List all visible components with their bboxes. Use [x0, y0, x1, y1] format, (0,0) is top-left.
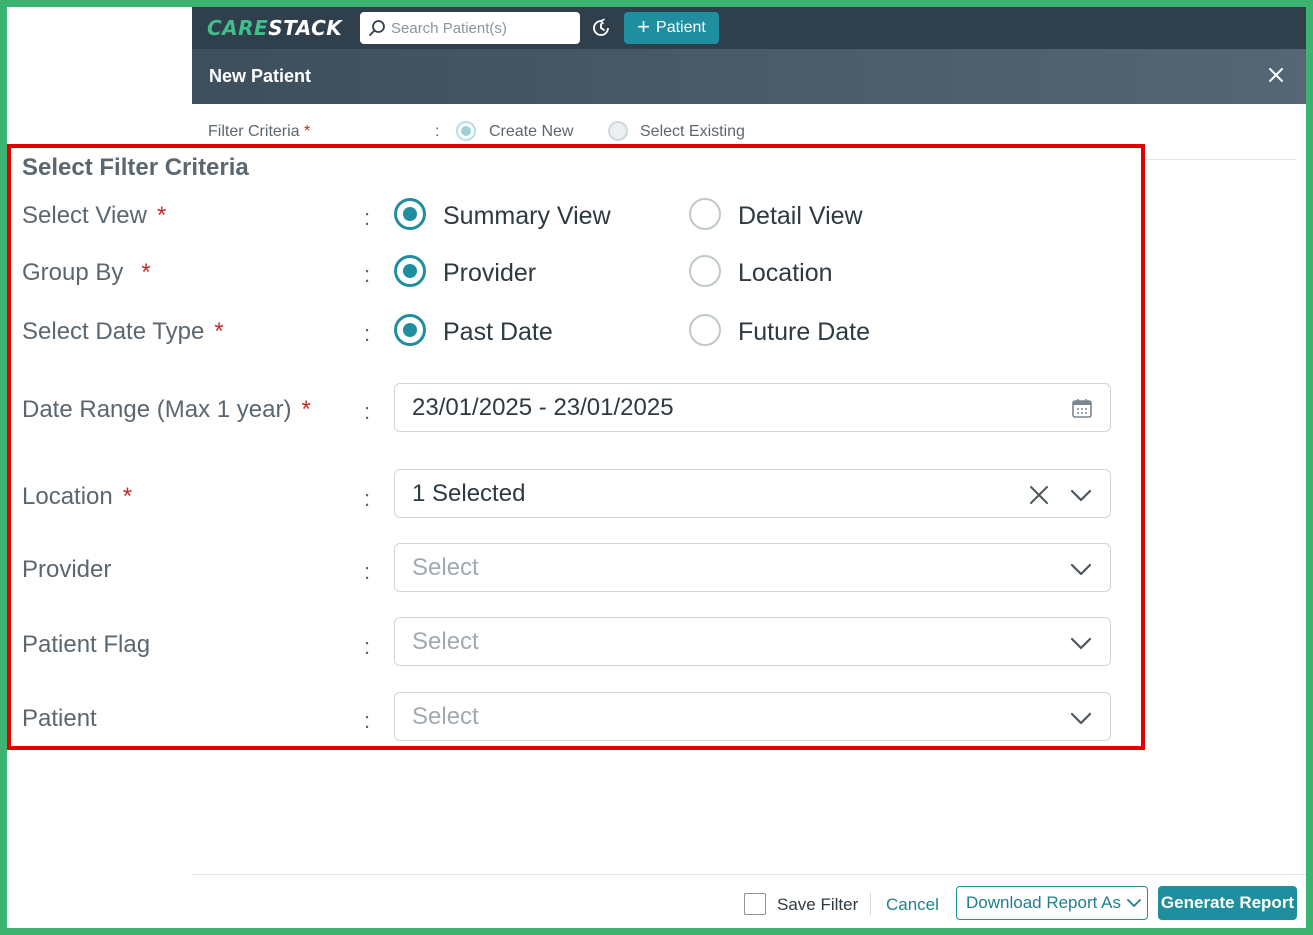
- save-filter-checkbox[interactable]: [744, 893, 766, 915]
- logo-text-stack: STACK: [268, 16, 343, 40]
- recent-patients-icon[interactable]: [591, 18, 611, 38]
- date-range-picker[interactable]: 23/01/2025 - 23/01/2025: [394, 383, 1111, 432]
- calendar-icon[interactable]: [1070, 396, 1094, 420]
- radio-past-date[interactable]: [394, 314, 426, 346]
- carestack-logo[interactable]: CARESTACK: [207, 16, 342, 40]
- search-icon: [369, 20, 385, 36]
- select-existing-label[interactable]: Select Existing: [640, 123, 745, 141]
- chevron-down-icon[interactable]: [1070, 484, 1092, 506]
- top-navbar: CARESTACK + Patient: [192, 7, 1306, 49]
- radio-future-date[interactable]: [689, 314, 721, 346]
- save-filter-label[interactable]: Save Filter: [777, 895, 858, 915]
- select-view-text: Select View: [22, 202, 147, 229]
- group-location-label[interactable]: Location: [738, 259, 833, 288]
- colon: :: [364, 399, 371, 424]
- filter-criteria-text: Filter Criteria: [208, 123, 300, 140]
- group-provider-label[interactable]: Provider: [443, 259, 536, 288]
- date-range-text: Date Range (Max 1 year): [22, 396, 292, 423]
- summary-view-label[interactable]: Summary View: [443, 202, 611, 231]
- radio-select-existing[interactable]: [608, 121, 628, 141]
- colon: :: [364, 708, 371, 733]
- date-range-value: 23/01/2025 - 23/01/2025: [412, 394, 674, 421]
- logo-text-care: CARE: [207, 16, 269, 40]
- patient-flag-select[interactable]: Select: [394, 617, 1111, 666]
- create-new-label[interactable]: Create New: [489, 123, 573, 141]
- patient-placeholder: Select: [412, 703, 479, 730]
- patient-flag-label: Patient Flag: [22, 631, 151, 658]
- filter-criteria-label: Filter Criteria *: [208, 123, 310, 141]
- close-icon[interactable]: [1266, 65, 1286, 85]
- group-by-label: Group By *: [22, 259, 151, 287]
- date-range-label: Date Range (Max 1 year) *: [22, 396, 311, 424]
- location-select[interactable]: 1 Selected: [394, 469, 1111, 518]
- search-input[interactable]: [391, 19, 571, 37]
- radio-detail-view[interactable]: [689, 198, 721, 230]
- required-asterisk: *: [156, 202, 167, 229]
- plus-icon: +: [637, 14, 651, 39]
- patient-flag-placeholder: Select: [412, 628, 479, 655]
- date-type-label: Select Date Type *: [22, 318, 224, 346]
- date-type-text: Select Date Type: [22, 318, 205, 345]
- chevron-down-icon[interactable]: [1070, 558, 1092, 580]
- modal-header: New Patient: [192, 49, 1306, 104]
- location-value: 1 Selected: [412, 480, 526, 507]
- future-date-label[interactable]: Future Date: [738, 318, 870, 347]
- provider-placeholder: Select: [412, 554, 479, 581]
- download-report-label: Download Report As: [966, 893, 1121, 912]
- required-asterisk: *: [141, 259, 151, 286]
- provider-select[interactable]: Select: [394, 543, 1111, 592]
- select-view-label: Select View *: [22, 202, 166, 230]
- modal-title: New Patient: [209, 66, 312, 86]
- colon: :: [364, 205, 371, 230]
- filter-criteria-panel: Select Filter Criteria Select View * : Su…: [7, 144, 1145, 750]
- chevron-down-icon[interactable]: [1070, 632, 1092, 654]
- radio-create-new[interactable]: [456, 121, 476, 141]
- generate-report-button[interactable]: Generate Report: [1158, 886, 1297, 920]
- download-report-button[interactable]: Download Report As: [956, 886, 1148, 920]
- radio-summary-view[interactable]: [394, 198, 426, 230]
- colon: :: [364, 486, 371, 511]
- group-by-text: Group By: [22, 259, 124, 286]
- footer-divider: [870, 893, 871, 915]
- colon: :: [435, 123, 440, 140]
- chevron-down-icon[interactable]: [1070, 707, 1092, 729]
- patient-label: Patient: [22, 705, 97, 732]
- add-patient-label: Patient: [656, 19, 706, 36]
- past-date-label[interactable]: Past Date: [443, 318, 553, 347]
- colon: :: [364, 262, 371, 287]
- add-patient-button[interactable]: + Patient: [624, 12, 719, 44]
- chevron-down-icon: [1127, 899, 1141, 907]
- panel-title: Select Filter Criteria: [22, 154, 249, 181]
- detail-view-label[interactable]: Detail View: [738, 202, 863, 231]
- colon: :: [364, 559, 371, 584]
- colon: :: [364, 321, 371, 346]
- clear-icon[interactable]: [1028, 484, 1050, 506]
- radio-group-provider[interactable]: [394, 255, 426, 287]
- patient-search-box[interactable]: [360, 12, 580, 44]
- location-text: Location: [22, 483, 113, 510]
- required-asterisk: *: [214, 318, 224, 345]
- location-label: Location *: [22, 483, 132, 511]
- required-asterisk: *: [122, 483, 133, 510]
- cancel-button[interactable]: Cancel: [886, 895, 939, 915]
- patient-select[interactable]: Select: [394, 692, 1111, 741]
- required-asterisk: *: [304, 123, 311, 140]
- required-asterisk: *: [301, 396, 311, 423]
- colon: :: [364, 634, 371, 659]
- modal-footer: Save Filter Cancel Download Report As Ge…: [192, 874, 1306, 928]
- provider-label: Provider: [22, 556, 112, 583]
- radio-group-location[interactable]: [689, 255, 721, 287]
